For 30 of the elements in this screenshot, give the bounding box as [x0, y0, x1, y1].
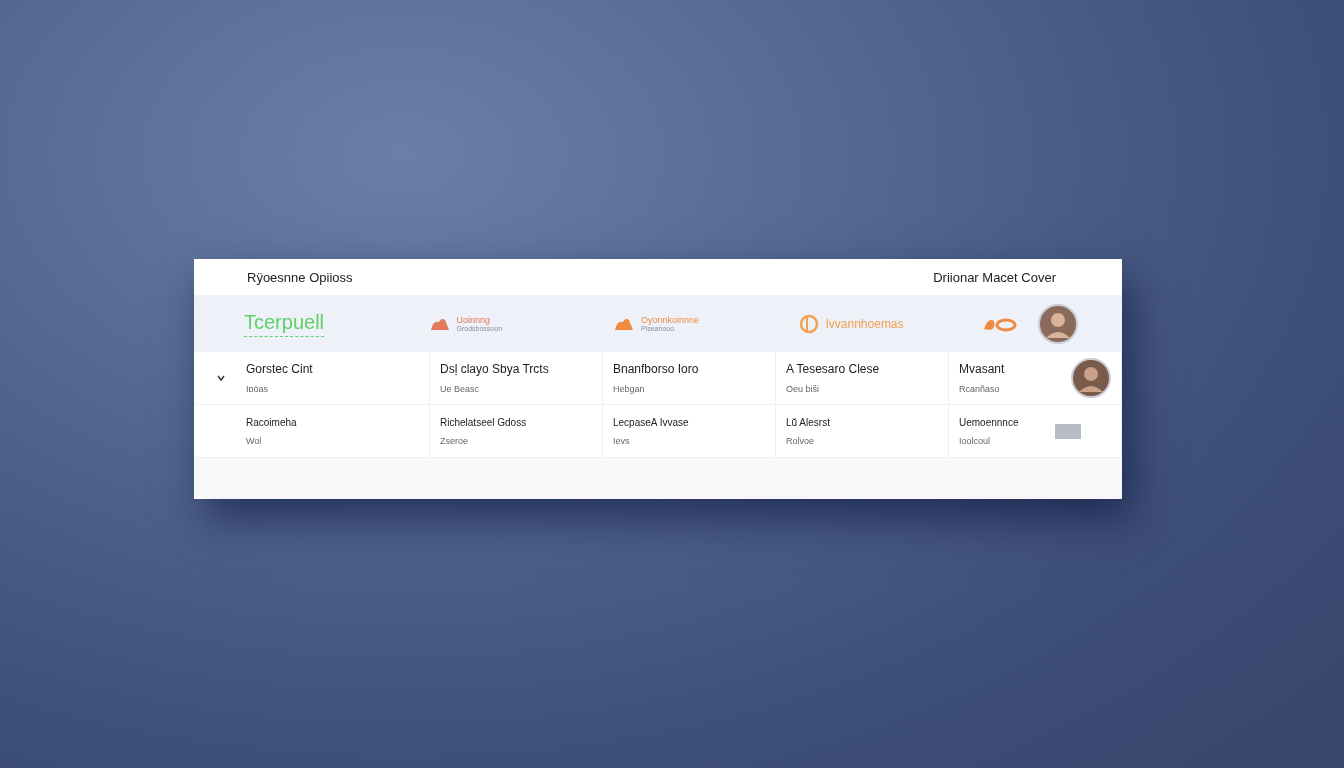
- cell-title: A Tesesaro Clese: [786, 362, 881, 376]
- cell-title: LecpaseA Ivvase: [613, 416, 690, 428]
- card-title: Driionar Macet Cover: [933, 269, 1056, 285]
- cell-title: Racoimeha: [246, 416, 298, 428]
- logo-wordmark: Tcerpuell: [244, 310, 325, 337]
- cell-title: Lŭ Alesrst: [786, 416, 831, 428]
- cell-subtitle: Ievs: [613, 435, 631, 446]
- logo-name: Oyonnkoinnne: [641, 315, 700, 325]
- image-placeholder: [1055, 423, 1081, 439]
- cell-subtitle: Iɒöas: [246, 384, 270, 394]
- cell-title: Bnanfborso Ioro: [613, 362, 700, 376]
- chevron-down-icon[interactable]: [216, 374, 226, 382]
- cell-subtitle: Rcanñaso: [959, 384, 1001, 394]
- cell-title: Richelatseel Gdoss: [440, 416, 528, 428]
- cell-subtitle: Wol: [246, 435, 263, 446]
- avatar: [1071, 358, 1111, 398]
- avatar: [1038, 303, 1078, 344]
- logo-name: Uoinnng: [456, 315, 492, 325]
- cell-subtitle: Oeu biši: [786, 384, 821, 394]
- card-title: Rÿoesnne Opiioss: [247, 269, 353, 285]
- cell-subtitle: Rolvoe: [786, 435, 815, 446]
- cell-title: Dsḷ clayo Sbya Trcts: [440, 362, 550, 376]
- cell-subtitle: Ioolcoul: [959, 435, 992, 446]
- cell-subtitle: Hebgan: [613, 384, 646, 394]
- cell-title: Gorstec Cint: [246, 362, 314, 376]
- cell-subtitle: Ue Beasc: [440, 384, 481, 394]
- cell-title: Mvasant: [959, 362, 1006, 376]
- logo-name: Ivvannhoemas: [825, 316, 904, 331]
- cell-title: Uemoennnce: [959, 416, 1020, 428]
- cell-subtitle: Zseroe: [440, 435, 469, 446]
